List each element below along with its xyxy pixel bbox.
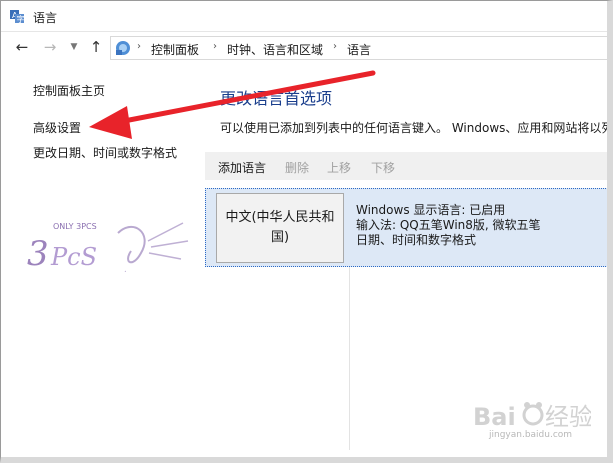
nav-change-date-time-format[interactable]: 更改日期、时间或数字格式: [33, 144, 177, 161]
arrow-left-icon[interactable]: ←: [13, 38, 31, 56]
language-details: Windows 显示语言: 已启用 输入法: QQ五笔Win8版, 微软五笔 日…: [356, 203, 541, 248]
breadcrumb-separator: ›: [213, 41, 217, 52]
svg-text:经验: 经验: [545, 403, 591, 431]
3pcs-watermark-logo: ONLY 3PCS 3 PcS ᐧ: [27, 222, 189, 278]
title-bar: A 字 语言: [1, 1, 607, 32]
language-toolbar: 添加语言 删除 上移 下移: [205, 152, 607, 180]
breadcrumb-clock-language-region[interactable]: 时钟、语言和区域: [227, 41, 323, 58]
baidu-watermark-url: jingyan.baidu.com: [489, 430, 573, 440]
breadcrumb-separator: ›: [137, 41, 141, 52]
address-field[interactable]: › 控制面板 › 时钟、语言和区域 › 语言: [110, 36, 607, 60]
page-description: 可以使用已添加到列表中的任何语言键入。 Windows、应用和网站将以列表中第一: [220, 121, 613, 135]
arrow-up-icon[interactable]: ↑: [87, 38, 105, 56]
breadcrumb-separator: ›: [333, 41, 337, 52]
control-panel-icon: [116, 41, 130, 55]
display-language-status: Windows 显示语言: 已启用: [356, 203, 506, 217]
nav-advanced-settings[interactable]: 高级设置: [33, 119, 81, 136]
window-title: 语言: [33, 11, 58, 25]
address-bar: ← → ▼ ↑ › 控制面板 › 时钟、语言和区域 › 语言: [1, 32, 607, 64]
nav-control-panel-home[interactable]: 控制面板主页: [33, 82, 105, 99]
arrow-right-icon[interactable]: →: [41, 38, 59, 56]
language-app-icon: A 字: [10, 10, 25, 24]
input-methods: 输入法: QQ五笔Win8版, 微软五笔: [356, 218, 541, 232]
date-time-format-info: 日期、时间和数字格式: [356, 233, 477, 247]
move-down-button[interactable]: 下移: [371, 159, 395, 176]
svg-text:字: 字: [17, 14, 25, 24]
move-up-button[interactable]: 上移: [327, 159, 351, 176]
svg-text:PcS: PcS: [50, 243, 97, 271]
breadcrumb-control-panel[interactable]: 控制面板: [151, 41, 199, 58]
add-language-button[interactable]: 添加语言: [218, 159, 266, 176]
chevron-down-icon[interactable]: ▼: [65, 38, 83, 56]
page-title: 更改语言首选项: [220, 89, 333, 108]
language-name-button[interactable]: 中文(中华人民共和国): [216, 193, 344, 263]
remove-button[interactable]: 删除: [285, 159, 309, 176]
svg-text:ᐧ: ᐧ: [123, 267, 127, 278]
svg-text:Bai: Bai: [473, 403, 516, 431]
breadcrumb-language[interactable]: 语言: [347, 41, 371, 58]
svg-text:3: 3: [27, 234, 49, 274]
window: A 字 语言 ← → ▼ ↑ › 控制面板 › 时钟、语言和区域 › 语言 控制…: [0, 0, 613, 463]
list-item[interactable]: 中文(中华人民共和国) Windows 显示语言: 已启用 输入法: QQ五笔W…: [205, 188, 607, 267]
column-divider: [349, 267, 350, 450]
svg-text:ONLY 3PCS: ONLY 3PCS: [53, 222, 97, 231]
